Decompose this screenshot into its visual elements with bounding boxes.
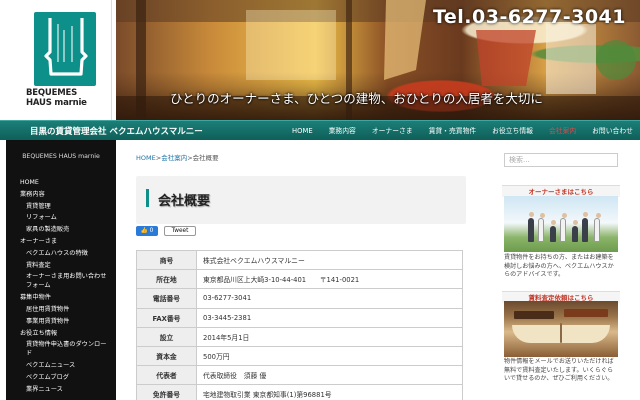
nav-contact[interactable]: お問い合わせ: [584, 121, 640, 141]
page-title-box: 会社概要: [136, 176, 466, 224]
sidebar-item-rent-assessment[interactable]: 賃料査定: [20, 260, 112, 272]
right-sidebar: 検索... オーナーさまはこちら 賃貸物件をお持ちの方、またはお建築を検討しお悩…: [502, 140, 620, 400]
sidebar-menu: HOME 業務内容 賃貸管理 リフォーム 家具の製造販売 オーナーさま ベクエム…: [20, 177, 112, 396]
person-figure: [528, 212, 534, 242]
owner-family-image[interactable]: [504, 196, 618, 252]
header: BEQUEMES HAUS marnie Tel.03-6277-3041 ひと…: [0, 0, 640, 120]
phone-number[interactable]: Tel.03-6277-3041: [433, 6, 626, 28]
left-sidebar: BEQUEMES HAUS marnie HOME 業務内容 賃貸管理 リフォー…: [6, 140, 116, 400]
row-label: 代表者: [136, 365, 197, 386]
sidebar-item-residential[interactable]: 居住用賃貸物件: [20, 304, 112, 316]
book-shape: [564, 309, 608, 317]
sidebar-item-useful-info[interactable]: お役立ち情報: [20, 328, 112, 340]
like-count: 0: [149, 228, 154, 234]
row-label: 免許番号: [136, 384, 197, 400]
nav-properties[interactable]: 賃貸・売買物件: [421, 121, 485, 141]
book-spine: [560, 323, 562, 343]
hero-image: Tel.03-6277-3041 ひとりのオーナーさま、ひとつの建物、おひとりの…: [116, 0, 640, 120]
nav-useful-info[interactable]: お役立ち情報: [484, 121, 541, 141]
person-figure: [594, 213, 601, 242]
nav-services[interactable]: 業務内容: [321, 121, 364, 141]
main-navigation: 目黒の賃貸管理会社 ベクエムハウスマルニー HOME 業務内容 オーナーさま 賃…: [0, 120, 640, 140]
company-info-table: 商号 株式会社ベクエムハウスマルニー 所在地 東京都品川区上大崎3-10-44-40…: [136, 249, 463, 400]
nav-menu: HOME 業務内容 オーナーさま 賃貸・売買物件 お役立ち情報 会社案内 お問い…: [284, 121, 640, 141]
breadcrumb-current: 会社概要: [192, 154, 219, 162]
sidebar-item-rental-management[interactable]: 賃貸管理: [20, 201, 112, 213]
breadcrumb-company[interactable]: 会社案内: [161, 154, 187, 162]
book-shape: [514, 311, 554, 319]
owner-panel-text: 賃貸物件をお持ちの方、またはお建築を検討しお悩みの方へ、ベクエムハウスからのアド…: [504, 254, 614, 279]
row-value: 宅地建物取引業 東京都知事(1)第96881号: [196, 384, 463, 400]
facebook-like-button[interactable]: 👍 0: [136, 226, 158, 236]
nav-owners[interactable]: オーナーさま: [364, 121, 421, 141]
row-value: 東京都品川区上大崎3-10-44-401 〒141-0021: [196, 269, 463, 290]
sidebar-item-features[interactable]: ベクエムハウスの特徴: [20, 248, 112, 260]
tweet-label: Tweet: [171, 228, 189, 234]
row-label: 資本金: [136, 345, 197, 367]
page-title: 会社概要: [158, 194, 211, 209]
breadcrumb: HOME>会社案内>会社概要: [136, 152, 219, 162]
books-image[interactable]: [504, 301, 618, 357]
share-buttons: 👍 0 Tweet: [136, 226, 196, 236]
child-figure: [572, 220, 578, 242]
row-value: 2014年5月1日: [196, 326, 463, 347]
title-accent-bar: [146, 189, 149, 207]
row-value: 株式会社ベクエムハウスマルニー: [196, 249, 463, 271]
main-content: HOME>会社案内>会社概要 会社概要 👍 0 Tweet 商号 株式会社ベクエム…: [136, 140, 466, 400]
sidebar-item-news[interactable]: ベクエムニュース: [20, 360, 112, 372]
sidebar-item-furniture[interactable]: 家具の製造販売: [20, 224, 112, 236]
sidebar-item-services[interactable]: 業務内容: [20, 189, 112, 201]
row-value: 03-6277-3041: [196, 288, 463, 309]
row-label: 設立: [136, 326, 197, 347]
sidebar-item-listings[interactable]: 募集中物件: [20, 292, 112, 304]
row-value: 代表取締役 須藤 優: [196, 365, 463, 386]
table-row: 設立 2014年5月1日: [136, 326, 463, 347]
sidebar-item-blog[interactable]: ベクエムブログ: [20, 372, 112, 384]
table-row: 免許番号 宅地建物取引業 東京都知事(1)第96881号: [136, 384, 463, 400]
person-figure: [538, 213, 545, 242]
sidebar-item-home[interactable]: HOME: [20, 177, 112, 189]
hero-catchphrase: ひとりのオーナーさま、ひとつの建物、おひとりの入居者を大切に: [170, 91, 543, 106]
row-label: 電話番号: [136, 288, 197, 309]
search-input[interactable]: 検索...: [504, 153, 618, 167]
sidebar-item-application-download[interactable]: 賃貸物件申込書のダウンロード: [20, 339, 112, 360]
breadcrumb-home[interactable]: HOME: [136, 154, 156, 162]
person-figure: [560, 213, 567, 242]
person-figure: [582, 212, 588, 242]
sidebar-item-industry-news[interactable]: 業界ニュース: [20, 384, 112, 396]
table-row: 商号 株式会社ベクエムハウスマルニー: [136, 249, 463, 271]
row-label: 所在地: [136, 269, 197, 290]
assessment-panel-text: 物件情報をメールでお送りいただければ無料で賃料査定いたします。いくらぐらいで貸せ…: [504, 358, 614, 383]
tweet-button[interactable]: Tweet: [164, 226, 196, 236]
row-value: 03-3445-2381: [196, 307, 463, 328]
table-row: 資本金 500万円: [136, 345, 463, 367]
sidebar-item-reform[interactable]: リフォーム: [20, 212, 112, 224]
sidebar-title: BEQUEMES HAUS marnie: [22, 153, 100, 160]
row-value: 500万円: [196, 345, 463, 367]
table-row: 電話番号 03-6277-3041: [136, 288, 463, 309]
logo-mark: [34, 12, 96, 86]
sidebar-item-owner-contact-form[interactable]: オーナーさま用お問い合わせフォーム: [20, 271, 112, 292]
child-figure: [550, 220, 556, 242]
table-row: FAX番号 03-3445-2381: [136, 307, 463, 328]
table-row: 代表者 代表取締役 須藤 優: [136, 365, 463, 386]
nav-home[interactable]: HOME: [284, 121, 321, 141]
table-row: 所在地 東京都品川区上大崎3-10-44-401 〒141-0021: [136, 269, 463, 290]
row-label: FAX番号: [136, 307, 197, 328]
page: BEQUEMES HAUS marnie Tel.03-6277-3041 ひと…: [0, 0, 640, 400]
site-logo[interactable]: BEQUEMES HAUS marnie: [6, 0, 112, 120]
site-title[interactable]: 目黒の賃貸管理会社 ベクエムハウスマルニー: [30, 125, 203, 137]
sidebar-item-owners[interactable]: オーナーさま: [20, 236, 112, 248]
logo-text: BEQUEMES HAUS marnie: [26, 88, 87, 108]
nav-company[interactable]: 会社案内: [541, 121, 584, 141]
sidebar-item-commercial[interactable]: 事業用賃貸物件: [20, 316, 112, 328]
thumbs-up-icon: 👍: [140, 228, 150, 234]
row-label: 商号: [136, 249, 197, 271]
